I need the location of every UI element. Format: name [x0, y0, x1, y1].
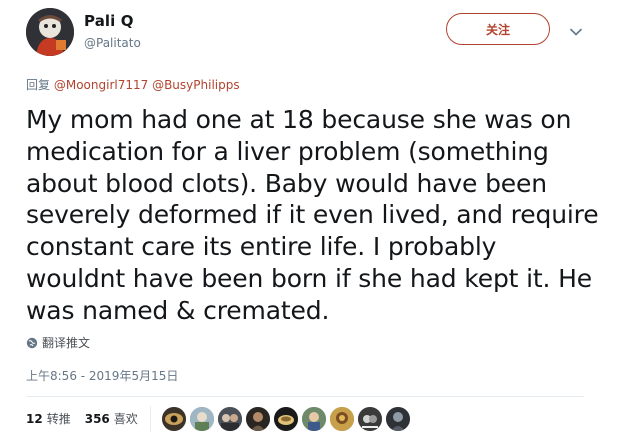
liker-avatar[interactable]	[162, 407, 186, 431]
tweet-text-line: about blood clots). Baby would have been	[26, 168, 547, 198]
divider	[150, 406, 151, 432]
tweet-card: Pali Q @Palitato 关注 回复 @Moongirl7117 @Bu…	[0, 0, 620, 440]
globe-icon	[26, 337, 38, 349]
tweet-text-line: My mom had one at 18 because she was on	[26, 105, 572, 134]
reply-mention-busyphilipps[interactable]: @BusyPhilipps	[152, 78, 240, 92]
liker-avatar[interactable]	[246, 407, 270, 431]
liker-avatar[interactable]	[274, 407, 298, 431]
chevron-down-icon	[570, 28, 582, 36]
avatar-image	[26, 8, 74, 56]
retweet-count-label: 转推	[46, 412, 71, 426]
divider	[26, 396, 584, 397]
author-display-name[interactable]: Pali Q	[84, 12, 134, 30]
tweet-text-line: constant care its entire life. I probabl…	[26, 232, 497, 262]
liker-avatar[interactable]	[190, 407, 214, 431]
more-options-button[interactable]	[566, 22, 586, 42]
reply-prefix: 回复	[26, 78, 51, 92]
retweet-count[interactable]: 12 转推	[26, 410, 71, 427]
tweet-text-line: was named & cremated.	[26, 295, 330, 325]
translate-tweet-button[interactable]: 翻译推文	[26, 334, 90, 351]
liker-avatar[interactable]	[218, 407, 242, 431]
tweet-timestamp[interactable]: 上午8:56 - 2019年5月15日	[26, 367, 178, 384]
tweet-text-line: medication for a liver problem (somethin…	[26, 136, 549, 166]
liker-avatar[interactable]	[386, 407, 410, 431]
like-count-number: 356	[84, 412, 110, 426]
like-count[interactable]: 356 喜欢	[85, 410, 138, 427]
reply-context: 回复 @Moongirl7117 @BusyPhilipps	[26, 76, 240, 93]
tweet-stats: 12 转推 356 喜欢	[26, 410, 138, 427]
retweet-count-number: 12	[26, 412, 43, 426]
liker-avatar[interactable]	[358, 407, 382, 431]
tweet-text-line: wouldnt have been born if she had kept i…	[26, 263, 593, 293]
reply-mention-moongirl[interactable]: @Moongirl7117	[54, 78, 148, 92]
tweet-text-line: severely deformed if it even lived, and …	[26, 200, 599, 230]
author-avatar[interactable]	[26, 8, 74, 56]
translate-label: 翻译推文	[42, 336, 91, 350]
liker-avatar[interactable]	[330, 407, 354, 431]
follow-button[interactable]: 关注	[446, 13, 550, 45]
liker-avatars	[162, 407, 414, 431]
tweet-text: My mom had one at 18 because she was on …	[26, 104, 606, 327]
author-handle[interactable]: @Palitato	[84, 36, 141, 50]
liker-avatar[interactable]	[302, 407, 326, 431]
like-count-label: 喜欢	[113, 412, 138, 426]
